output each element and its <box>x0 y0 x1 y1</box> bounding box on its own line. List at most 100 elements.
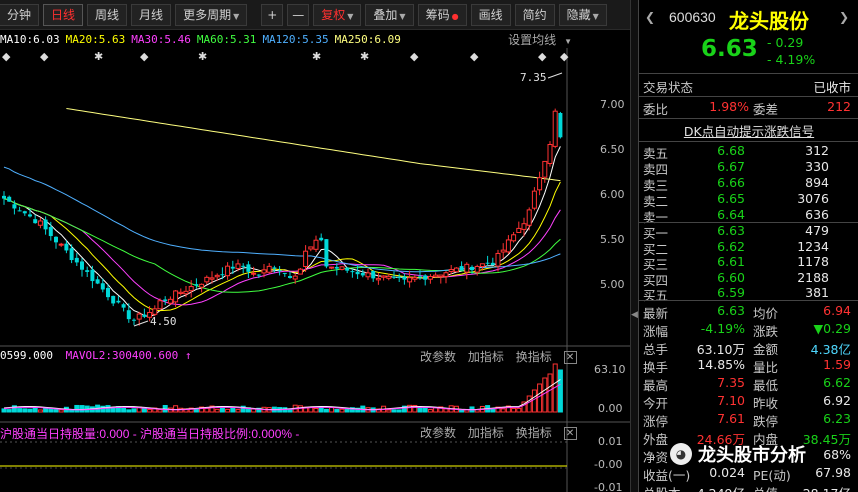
volume-bar <box>1 408 7 413</box>
more-periods-label: 更多周期 <box>183 7 232 22</box>
candle-body <box>199 283 205 288</box>
volume-bar <box>37 409 43 413</box>
volume-bar <box>557 369 563 413</box>
candle-body <box>230 266 235 269</box>
volume-bar <box>214 408 220 413</box>
hide-dropdown[interactable]: 隐藏 ▼ <box>558 3 607 26</box>
candle-body <box>225 265 231 277</box>
price-tick: 5.50 <box>600 233 625 246</box>
candle-body <box>282 272 287 274</box>
volume-bar <box>6 409 12 413</box>
candle-body <box>121 304 126 308</box>
candle-body <box>85 270 90 272</box>
change-param-button[interactable]: 改参数 <box>420 426 456 440</box>
tab-daily[interactable]: 日线 <box>43 3 84 26</box>
book-price: 6.59 <box>717 285 745 300</box>
tab-monthly[interactable]: 月线 <box>131 3 172 26</box>
candles <box>2 108 563 326</box>
candle-body <box>505 239 511 253</box>
book-volume: 894 <box>805 175 829 190</box>
tab-minute[interactable]: 分钟 <box>0 3 40 26</box>
ma250-label: MA250:6.09 <box>334 32 401 46</box>
collapse-icon[interactable]: ◀ <box>631 310 638 324</box>
candle-body <box>194 284 199 286</box>
candle-body <box>397 276 402 279</box>
chevron-down-icon: ▼ <box>347 11 354 21</box>
overlay-label: 叠加 <box>373 7 398 22</box>
stat-label: 最低 <box>753 378 779 393</box>
draw-line-button[interactable]: 画线 <box>470 3 511 26</box>
switch-indicator-button[interactable]: 换指标 <box>516 426 552 440</box>
event-marker[interactable]: ✱ <box>360 50 369 63</box>
back-chevron-icon[interactable]: ❮ <box>645 10 655 24</box>
zoom-in-button[interactable]: + <box>261 3 284 26</box>
stat-row: 换手 14.85% 量比 1.59 <box>639 357 858 375</box>
more-periods-dropdown[interactable]: 更多周期 ▼ <box>175 3 248 26</box>
stat-row: 最高 7.35 最低 6.62 <box>639 375 858 393</box>
adjust-dropdown[interactable]: 复权 ▼ <box>313 3 362 26</box>
event-marker[interactable]: ✱ <box>94 50 103 63</box>
book-price: 6.64 <box>717 207 745 222</box>
tab-weekly[interactable]: 周线 <box>87 3 128 26</box>
event-marker[interactable]: ◆ <box>140 50 149 63</box>
stat-value: 7.10 <box>717 393 745 408</box>
candle-body <box>521 223 527 230</box>
candle-body <box>392 276 396 278</box>
volume-bar <box>79 405 85 413</box>
stat-label: 昨收 <box>753 396 779 411</box>
change-param-button[interactable]: 改参数 <box>420 350 456 364</box>
chips-button[interactable]: 筹码 ● <box>417 3 467 26</box>
candle-body <box>500 249 506 253</box>
candle-body <box>95 279 100 284</box>
switch-indicator-button[interactable]: 换指标 <box>516 350 552 364</box>
event-marker[interactable]: ◆ <box>410 50 419 63</box>
stat-label: 总股本 <box>643 483 681 492</box>
close-icon[interactable]: ✕ <box>563 351 577 364</box>
volume-bar <box>225 408 231 413</box>
overlay-dropdown[interactable]: 叠加 ▼ <box>365 3 414 26</box>
dk-signal-link[interactable]: DK点自动提示涨跌信号 <box>639 121 858 139</box>
event-marker[interactable]: ✱ <box>198 50 207 63</box>
last-price: 6.63 <box>701 36 758 62</box>
forward-chevron-icon[interactable]: ❯ <box>839 10 849 24</box>
zoom-out-button[interactable]: — <box>287 3 310 26</box>
volume-bar <box>344 408 350 413</box>
event-marker[interactable]: ◆ <box>40 50 49 63</box>
event-marker[interactable]: ◆ <box>538 50 547 63</box>
simple-mode-button[interactable]: 简约 <box>514 3 555 26</box>
stat-value: 6.62 <box>823 375 851 390</box>
stat-row: 涨幅 -4.19% 涨跌 ▼0.29 <box>639 321 858 339</box>
mavol-arrow-icon: ↑ <box>184 349 192 362</box>
price-change: - 0.29 <box>767 35 804 50</box>
volume-bar <box>105 405 111 413</box>
event-marker[interactable]: ◆ <box>470 50 479 63</box>
candle-body <box>381 275 387 278</box>
ma30-label: MA30:5.46 <box>131 32 191 46</box>
stat-value: 7.61 <box>717 411 745 426</box>
add-indicator-button[interactable]: 加指标 <box>468 350 504 364</box>
volume-bars <box>1 363 563 413</box>
book-volume: 1234 <box>797 238 829 254</box>
candle-body <box>43 219 48 230</box>
stat-label: 跌停 <box>753 414 779 429</box>
ma-setting-dropdown[interactable]: 设置均线 ▼ <box>508 31 578 48</box>
book-price: 6.62 <box>717 238 745 254</box>
volume-bar <box>531 389 537 413</box>
candle-body <box>464 263 470 273</box>
panel-splitter[interactable]: ◀ <box>630 0 638 492</box>
book-volume: 312 <box>805 143 829 158</box>
watermark-text: 龙头股市分析 <box>698 445 806 466</box>
price-tick: 5.00 <box>600 278 625 291</box>
stat-row: 总股本 4.249亿 总值 28.17亿 <box>639 483 858 492</box>
event-marker[interactable]: ◆ <box>2 50 11 63</box>
candle-body <box>308 246 314 250</box>
stat-row: 总手 63.10万 金额 4.38亿 <box>639 339 858 357</box>
volume-bar <box>58 409 64 413</box>
event-marker[interactable]: ✱ <box>312 50 321 63</box>
candle-body <box>474 265 480 273</box>
event-marker[interactable]: ◆ <box>560 50 569 63</box>
candle-body <box>495 252 501 267</box>
hold-panel-tools: 改参数 加指标 换指标 ✕ <box>420 424 585 441</box>
close-icon[interactable]: ✕ <box>563 427 577 440</box>
add-indicator-button[interactable]: 加指标 <box>468 426 504 440</box>
